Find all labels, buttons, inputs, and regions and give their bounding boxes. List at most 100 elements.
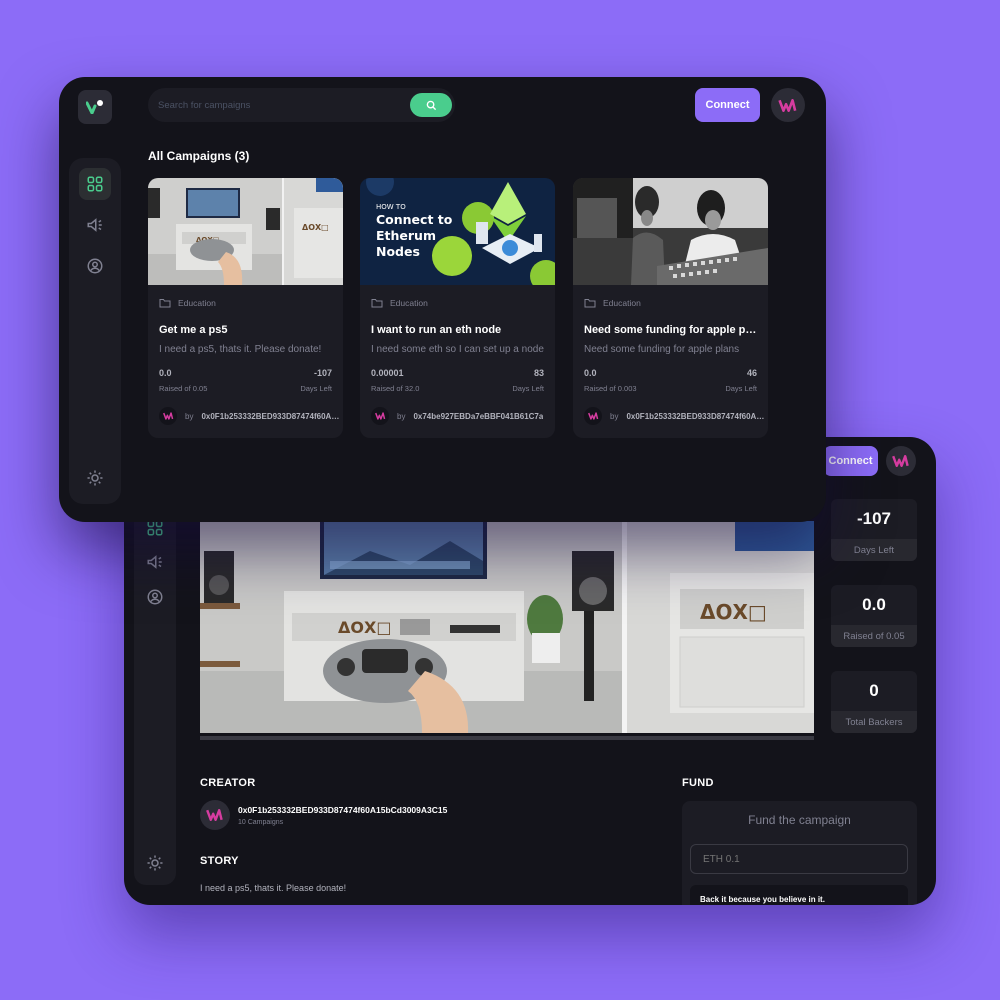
fund-panel: Fund the campaign Back it because you be… [682, 801, 917, 905]
svg-text:ΔΟΧ□: ΔΟΧ□ [302, 223, 329, 232]
eth-node-image: HOW TO Connect to Etherum Nodes [360, 178, 555, 285]
campaign-hero-image: ΔΟΧ□ ΔΟΧ□ [200, 521, 814, 733]
svg-text:Etherum: Etherum [376, 228, 436, 243]
creator-info: 0x0F1b253332BED933D87474f60A15bCd3009A3C… [200, 800, 447, 830]
campaign-days-label: Days Left [300, 384, 332, 393]
owner-avatar [584, 407, 602, 425]
owner-address: 0x0F1b253332BED933D87474f60A15bCd3009A3C… [626, 411, 764, 421]
page-title: All Campaigns (3) [148, 149, 250, 163]
brand-logo-icon [587, 412, 598, 420]
stat-value: 0 [869, 681, 879, 700]
campaign-card[interactable]: HOW TO Connect to Etherum Nodes Educatio… [360, 178, 555, 438]
folder-icon [584, 299, 596, 308]
brand-logo-icon [892, 455, 909, 467]
campaign-days-label: Days Left [725, 384, 757, 393]
svg-text:Connect to: Connect to [376, 212, 453, 227]
campaign-days-label: Days Left [512, 384, 544, 393]
campaign-card[interactable]: ΔΟΧ□ ΔΟΧ□ Education Get me a ps5 I need … [148, 178, 343, 438]
campaign-owner: by 0x0F1b253332BED933D87474f60A15bCd3009… [584, 407, 764, 425]
owner-address: 0x0F1b253332BED933D87474f60A15bCd3009A3C… [201, 411, 339, 421]
brand-logo-icon [206, 809, 223, 821]
creator-address: 0x0F1b253332BED933D87474f60A15bCd3009A3C… [238, 804, 448, 815]
category-label: Education [603, 298, 641, 308]
story-text: I need a ps5, thats it. Please donate! [200, 883, 347, 893]
app-logo[interactable] [78, 90, 112, 124]
category-label: Education [390, 298, 428, 308]
campaign-days: 46 [746, 368, 757, 378]
campaign-category: Education [159, 298, 216, 308]
owner-avatar [159, 407, 177, 425]
search-input[interactable] [158, 96, 398, 114]
nav-create-campaign[interactable] [79, 209, 111, 241]
profile-icon [87, 258, 103, 274]
megaphone-icon [87, 218, 102, 232]
nav-profile[interactable] [79, 250, 111, 282]
stat-raised: 0.0 Raised of 0.05 [831, 585, 917, 647]
campaign-category: Education [371, 298, 428, 308]
category-label: Education [178, 298, 216, 308]
campaign-raised: 0.0 [159, 368, 172, 378]
megaphone-icon[interactable] [146, 553, 164, 571]
stat-days-left: -107 Days Left [831, 499, 917, 561]
campaign-days: -107 [313, 368, 332, 378]
vintage-photo-image [573, 178, 768, 285]
stat-label: Total Backers [831, 711, 917, 733]
stat-total-backers: 0 Total Backers [831, 671, 917, 733]
campaign-description: I need a ps5, thats it. Please donate! [159, 344, 322, 355]
campaign-image [573, 178, 768, 285]
campaign-image: HOW TO Connect to Etherum Nodes [360, 178, 555, 285]
campaign-description: I need some eth so I can set up a node [371, 344, 544, 355]
campaign-description: Need some funding for apple plans [584, 344, 740, 355]
owner-prefix: by [610, 411, 619, 421]
connect-button[interactable]: Connect [823, 446, 878, 476]
fund-heading: FUND [682, 777, 714, 789]
campaign-category: Education [584, 298, 641, 308]
living-room-image: ΔΟΧ□ ΔΟΧ□ [200, 521, 814, 733]
creator-heading: CREATOR [200, 777, 256, 789]
campaign-raised-label: Raised of 32.0 [371, 384, 420, 393]
creator-campaign-count: 10 Campaigns [238, 818, 284, 826]
theme-toggle[interactable] [79, 462, 111, 494]
search-icon [426, 100, 436, 110]
avatar[interactable] [771, 88, 805, 122]
campaign-title: I want to run an eth node [371, 324, 502, 336]
all-campaigns-window: Connect All Campaigns (3) ΔΟΧ□ [59, 77, 826, 522]
campaign-raised: 0.0 [584, 368, 597, 378]
sidebar [69, 158, 121, 504]
ps5-room-image: ΔΟΧ□ ΔΟΧ□ [148, 178, 343, 285]
campaign-raised-label: Raised of 0.05 [159, 384, 208, 393]
logo-icon [86, 100, 103, 114]
stat-label: Days Left [831, 539, 917, 561]
connect-button[interactable]: Connect [695, 88, 760, 122]
fund-note: Back it because you believe in it. [690, 885, 908, 905]
campaign-owner: by 0x0F1b253332BED933D87474f60A15bCd3009… [159, 407, 339, 425]
brand-logo-icon [778, 98, 797, 112]
owner-prefix: by [397, 411, 406, 421]
search-button[interactable] [410, 93, 452, 117]
svg-text:Nodes: Nodes [376, 244, 420, 259]
avatar[interactable] [886, 446, 916, 476]
funding-progress-bar [200, 736, 814, 740]
owner-prefix: by [185, 411, 194, 421]
brand-logo-icon [374, 412, 385, 420]
nav-dashboard[interactable] [79, 168, 111, 200]
svg-text:ΔΟΧ□: ΔΟΧ□ [338, 618, 391, 637]
campaign-raised: 0.00001 [371, 368, 404, 378]
profile-icon[interactable] [146, 588, 164, 606]
svg-text:ΔΟΧ□: ΔΟΧ□ [700, 600, 767, 624]
brand-logo-icon [162, 412, 173, 420]
campaign-card[interactable]: Education Need some funding for apple pl… [573, 178, 768, 438]
campaign-days: 83 [533, 368, 544, 378]
folder-icon [371, 299, 383, 308]
story-heading: STORY [200, 855, 239, 867]
stat-value: -107 [856, 509, 892, 528]
sun-icon [87, 470, 103, 486]
owner-avatar [371, 407, 389, 425]
fund-amount-input[interactable] [690, 844, 908, 874]
campaign-image: ΔΟΧ□ ΔΟΧ□ [148, 178, 343, 285]
folder-icon [159, 299, 171, 308]
campaign-owner: by 0x74be927EBDa7eBBF041B61C7a [371, 407, 543, 425]
creator-avatar [200, 800, 230, 830]
owner-address: 0x74be927EBDa7eBBF041B61C7a [413, 411, 544, 421]
sun-icon[interactable] [146, 854, 164, 872]
